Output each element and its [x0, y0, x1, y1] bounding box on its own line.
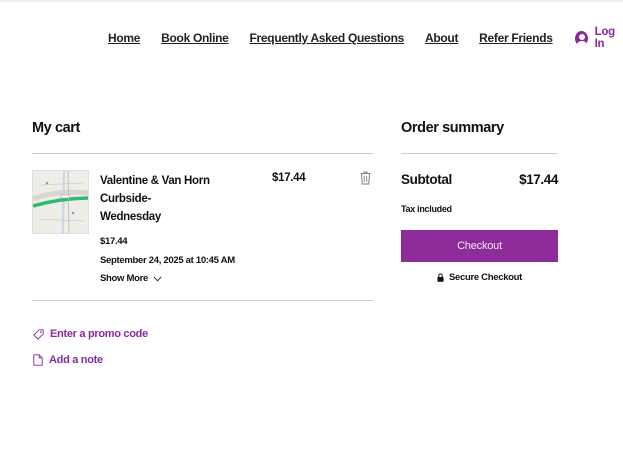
lock-icon: [437, 273, 444, 282]
promo-code-link[interactable]: Enter a promo code: [33, 328, 148, 340]
nav-home[interactable]: Home: [108, 31, 140, 45]
cart-item-date: September 24, 2025 at 10:45 AM: [100, 255, 235, 266]
summary-heading: Order summary: [401, 120, 504, 136]
cart-divider-top: [32, 153, 373, 154]
trash-icon[interactable]: [360, 171, 371, 185]
cart-item-name[interactable]: Valentine & Van Horn Curbside-Wednesday: [100, 172, 210, 226]
show-more-button[interactable]: Show More: [100, 273, 162, 284]
cart-item-price: $17.44: [272, 172, 306, 184]
tag-icon: [33, 328, 44, 340]
secure-checkout: Secure Checkout: [401, 272, 558, 283]
show-more-label: Show More: [100, 273, 148, 284]
nav-about[interactable]: About: [425, 31, 458, 45]
top-border: [0, 0, 623, 2]
subtotal-label: Subtotal: [401, 172, 452, 187]
subtotal-value: $17.44: [519, 172, 558, 187]
user-avatar-icon: [574, 30, 588, 46]
chevron-down-icon: [153, 275, 162, 282]
promo-code-label: Enter a promo code: [50, 328, 148, 340]
checkout-button[interactable]: Checkout: [401, 230, 558, 262]
add-note-label: Add a note: [49, 354, 103, 366]
secure-checkout-label: Secure Checkout: [448, 272, 523, 283]
login-label: Log In: [594, 26, 615, 50]
main-nav: Home Book Online Frequently Asked Questi…: [108, 26, 623, 50]
cart-divider-bottom: [32, 300, 373, 301]
tax-note: Tax included: [401, 204, 452, 214]
nav-book-online[interactable]: Book Online: [161, 31, 229, 45]
add-note-link[interactable]: Add a note: [33, 354, 103, 366]
note-icon: [33, 354, 43, 366]
map-thumbnail: [32, 170, 89, 234]
nav-refer-friends[interactable]: Refer Friends: [479, 31, 553, 45]
cart-heading: My cart: [32, 120, 80, 136]
login-button[interactable]: Log In: [574, 26, 623, 50]
nav-faq[interactable]: Frequently Asked Questions: [250, 31, 405, 45]
summary-divider: [401, 153, 558, 154]
cart-item-unit-price: $17.44: [100, 236, 128, 247]
